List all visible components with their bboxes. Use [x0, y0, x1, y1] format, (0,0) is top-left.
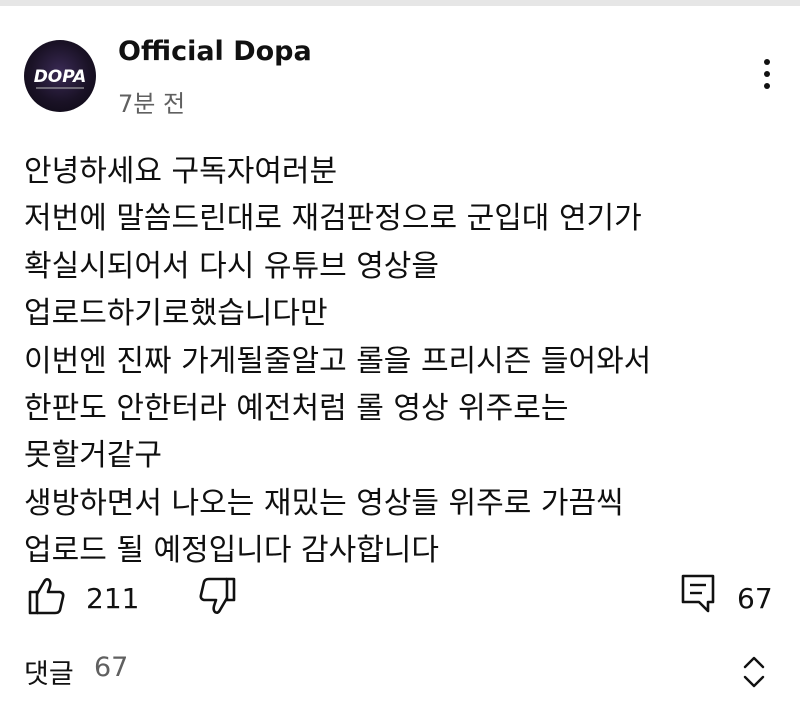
- comment-line: 업로드하기로했습니다만: [24, 296, 328, 332]
- dopa-logo: DOPA: [34, 67, 87, 89]
- reply-count: 67: [737, 582, 773, 615]
- status-bar: [0, 0, 800, 6]
- channel-avatar[interactable]: DOPA: [24, 40, 96, 112]
- comment-line: 확실시되어서 다시 유튜브 영상을: [24, 248, 440, 284]
- like-button[interactable]: [24, 574, 68, 618]
- comment-actions: 211 67: [0, 570, 800, 630]
- comments-label: 댓글: [24, 659, 74, 690]
- thumbs-down-icon: [199, 577, 236, 614]
- comment-timestamp: 7분 전: [118, 90, 186, 118]
- like-count: 211: [86, 582, 140, 615]
- comment-line: 업로드 될 예정입니다 감사합니다: [24, 533, 440, 569]
- expand-icon: [743, 656, 765, 688]
- more-vertical-icon: [764, 59, 770, 65]
- comment-text: 안녕하세요 구독자여러분 저번에 말씀드린대로 재검판정으로 군입대 연기가 확…: [24, 148, 784, 575]
- channel-name[interactable]: Official Dopa: [118, 36, 312, 67]
- comment-line: 이번엔 진짜 가게될줄알고 롤을 프리시즌 들어와서: [24, 343, 652, 379]
- more-options-button[interactable]: [752, 56, 782, 96]
- reply-icon: [681, 574, 715, 613]
- comment-line: 생방하면서 나오는 재밌는 영상들 위주로 가끔씩: [24, 485, 624, 521]
- reply-button[interactable]: [678, 572, 718, 616]
- svg-text:DOPA: DOPA: [34, 67, 87, 87]
- comments-count: 67: [94, 652, 129, 683]
- expand-button[interactable]: [740, 652, 768, 692]
- comment-line: 한판도 안한터라 예전처럼 롤 영상 위주로는: [24, 390, 569, 426]
- comments-header[interactable]: 댓글 67: [0, 648, 800, 698]
- thumbs-up-icon: [28, 578, 65, 615]
- dislike-button[interactable]: [196, 574, 240, 618]
- comment-line: 저번에 말씀드린대로 재검판정으로 군입대 연기가: [24, 201, 642, 237]
- comment-line: 안녕하세요 구독자여러분: [24, 154, 338, 189]
- comment-line: 못할거같구: [24, 438, 162, 474]
